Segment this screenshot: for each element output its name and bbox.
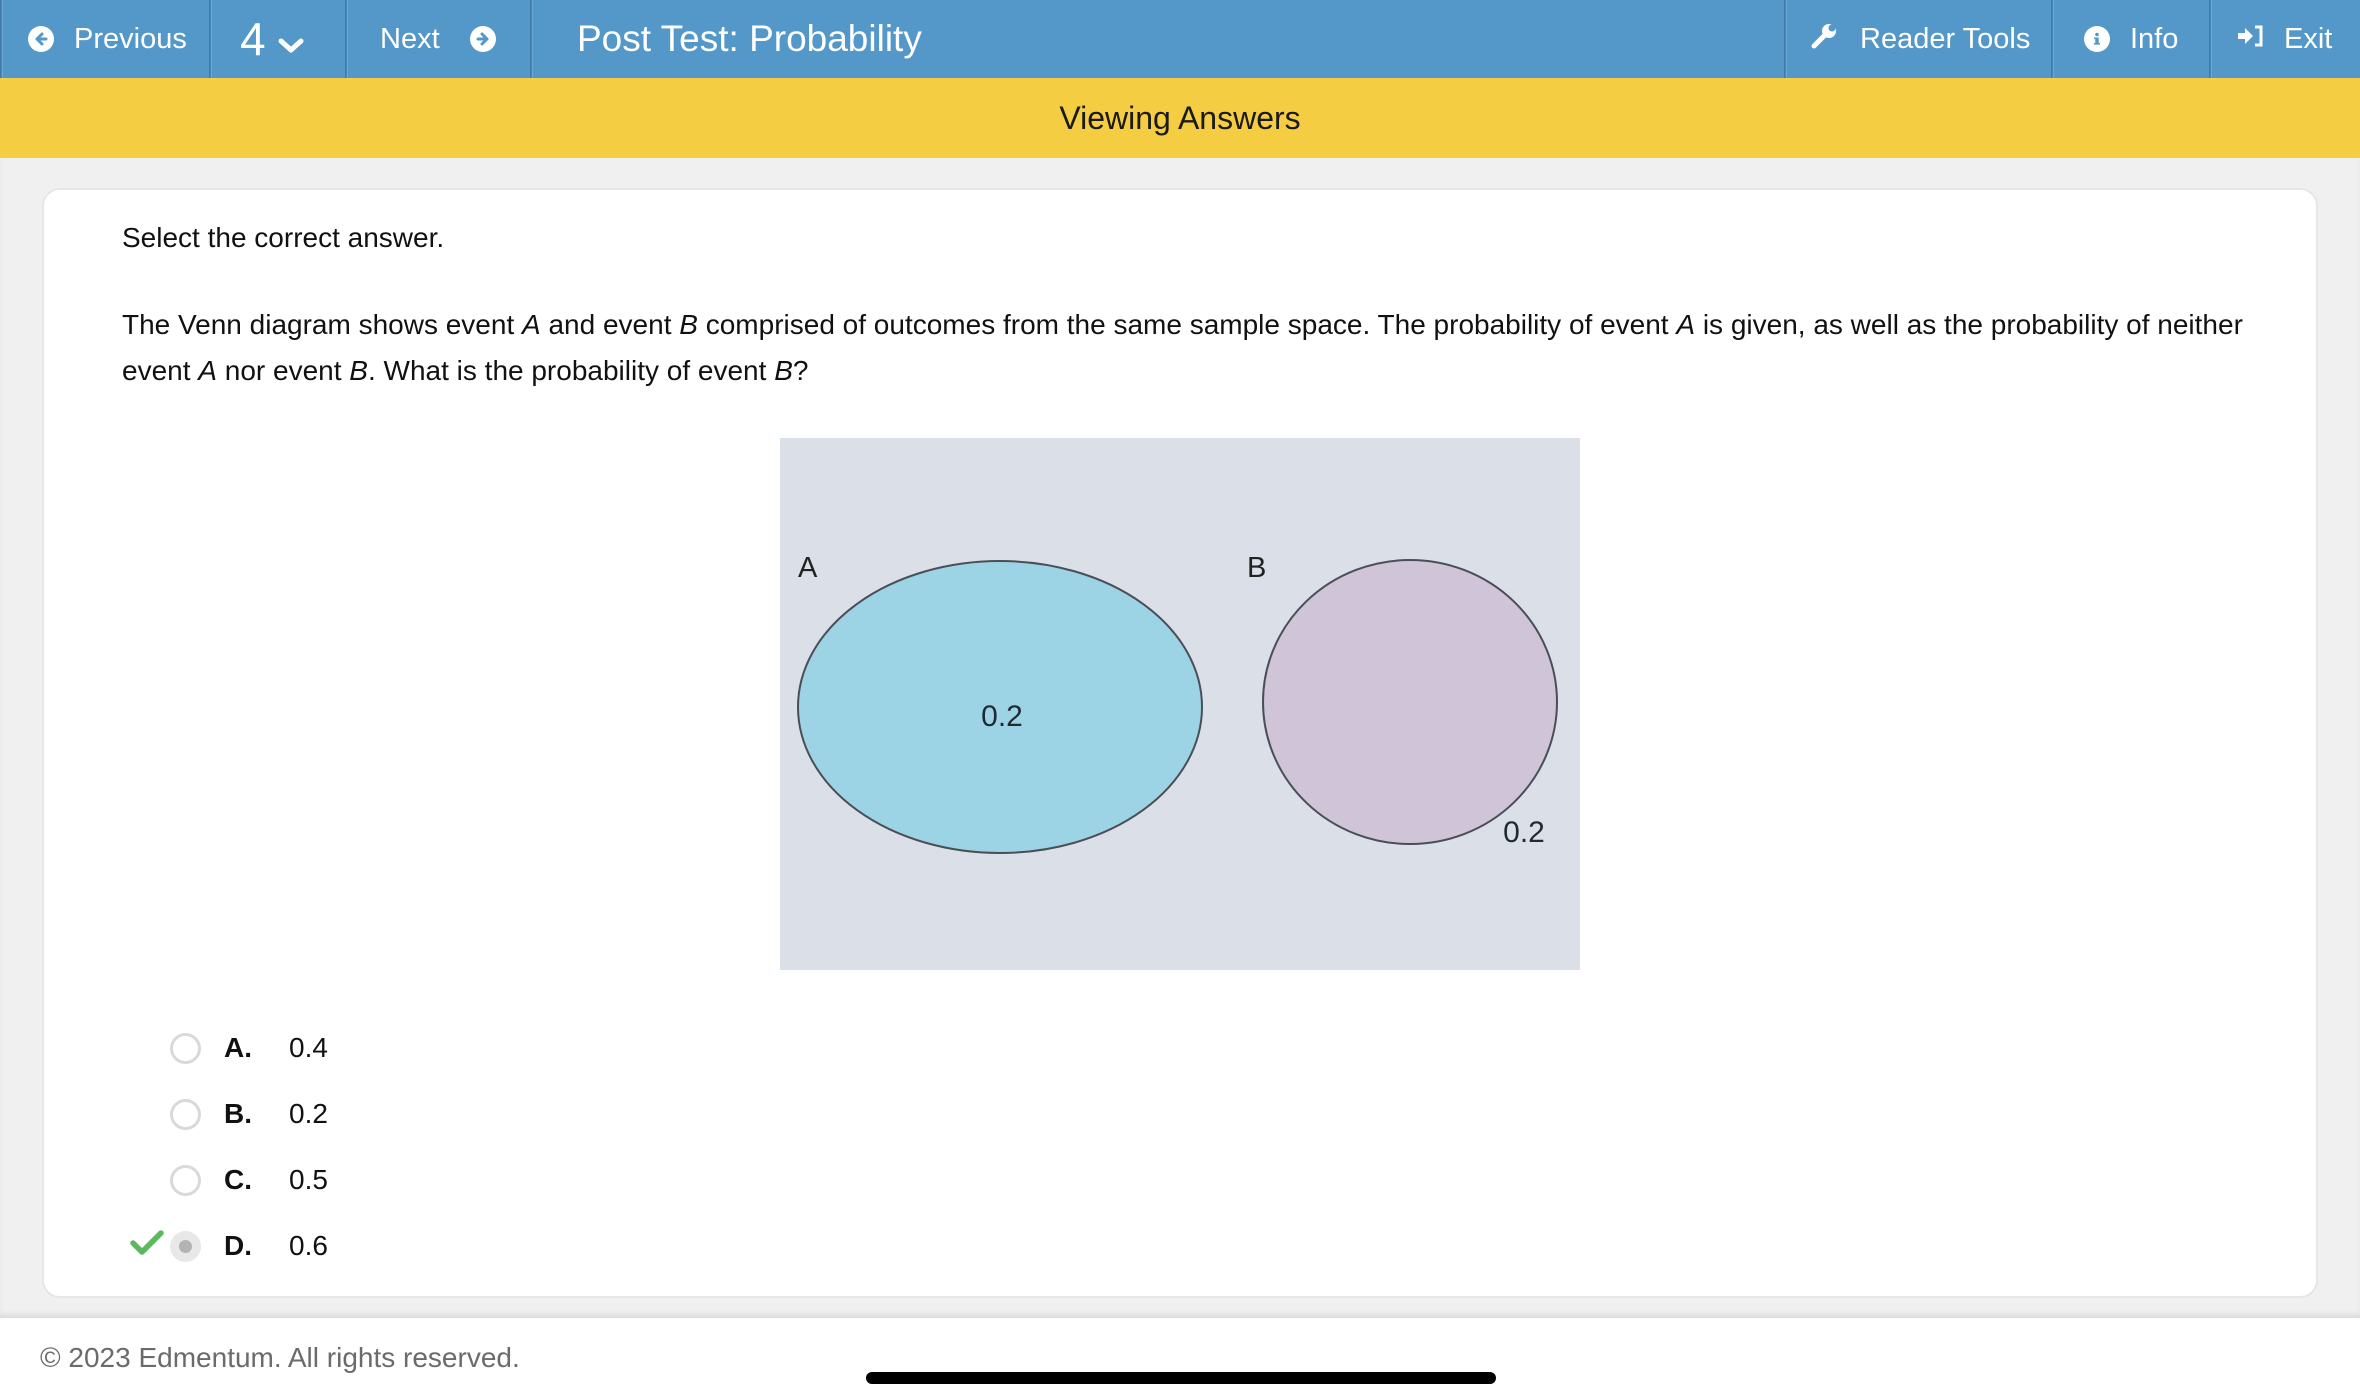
nav-divider xyxy=(530,0,533,78)
event-variable: B xyxy=(349,355,368,386)
question-text-segment: nor event xyxy=(216,355,350,386)
sign-out-icon xyxy=(2236,23,2264,56)
nav-divider xyxy=(0,0,3,78)
info-label: Info xyxy=(2130,22,2179,55)
question-text-segment: . What is the probability of event xyxy=(367,355,775,386)
nav-divider xyxy=(209,0,212,78)
question-number-dropdown[interactable]: 4 xyxy=(240,0,340,78)
question-text-segment: The Venn diagram shows event xyxy=(122,309,523,340)
set-a-value: 0.2 xyxy=(981,700,1023,733)
nav-divider xyxy=(1784,0,1787,78)
option-letter: C. xyxy=(224,1164,252,1195)
viewing-answers-banner: Viewing Answers xyxy=(0,78,2360,158)
question-number: 4 xyxy=(240,13,266,65)
venn-diagram-svg: A B 0.2 0.2 xyxy=(780,438,1580,970)
event-variable: A xyxy=(198,355,217,386)
chevron-down-icon xyxy=(278,30,304,63)
exit-label: Exit xyxy=(2284,22,2333,55)
event-variable: B xyxy=(679,309,698,340)
radio-button[interactable] xyxy=(170,1164,201,1196)
answer-option-b[interactable]: B. 0.2 xyxy=(170,1094,328,1134)
radio-button-selected[interactable] xyxy=(170,1230,201,1262)
next-label: Next xyxy=(380,22,440,55)
previous-label: Previous xyxy=(74,22,187,55)
set-b-label: B xyxy=(1247,552,1266,584)
radio-button[interactable] xyxy=(170,1098,201,1130)
reader-tools-button[interactable]: Reader Tools xyxy=(1810,0,2050,78)
answer-option-a[interactable]: A. 0.4 xyxy=(170,1028,328,1068)
question-text-segment: and event xyxy=(540,309,680,340)
outside-value: 0.2 xyxy=(1503,816,1545,849)
answer-option-c[interactable]: C. 0.5 xyxy=(170,1160,328,1200)
event-variable: A xyxy=(1676,309,1696,340)
instruction-text: Select the correct answer. xyxy=(122,222,445,253)
option-value: 0.4 xyxy=(289,1032,328,1063)
copyright-text: © 2023 Edmentum. All rights reserved. xyxy=(40,1342,520,1373)
question-text-segment: ? xyxy=(792,355,809,386)
radio-button[interactable] xyxy=(170,1032,201,1064)
nav-divider xyxy=(2051,0,2054,78)
option-letter: A. xyxy=(224,1032,252,1063)
option-value: 0.6 xyxy=(289,1230,328,1261)
set-a-label: A xyxy=(798,552,818,584)
set-b-ellipse xyxy=(1262,559,1558,845)
reader-tools-label: Reader Tools xyxy=(1860,22,2031,55)
checkmark-icon xyxy=(130,1228,164,1258)
arrow-circle-right-icon xyxy=(469,26,496,52)
wrench-icon xyxy=(1810,20,1840,58)
question-text: The Venn diagram shows event A and event… xyxy=(122,302,2252,394)
option-letter: B. xyxy=(224,1098,252,1129)
question-text-segment: comprised of outcomes from the same samp… xyxy=(697,309,1677,340)
nav-divider xyxy=(2209,0,2212,78)
exit-button[interactable]: Exit xyxy=(2236,0,2356,78)
nav-divider xyxy=(345,0,348,78)
previous-button[interactable]: Previous xyxy=(28,0,206,78)
answer-option-d[interactable]: D. 0.6 xyxy=(170,1226,328,1266)
home-indicator xyxy=(866,1372,1496,1384)
option-value: 0.5 xyxy=(289,1164,328,1195)
radio-dot xyxy=(179,1239,192,1253)
info-circle-icon xyxy=(2084,26,2110,52)
info-button[interactable]: Info xyxy=(2084,0,2204,78)
venn-diagram: A B 0.2 0.2 xyxy=(780,438,1580,970)
top-nav: Previous 4 Next Post Test: Probability R… xyxy=(0,0,2360,78)
banner-text: Viewing Answers xyxy=(1059,99,1301,136)
next-button[interactable]: Next xyxy=(380,0,530,78)
option-value: 0.2 xyxy=(289,1098,328,1129)
arrow-circle-left-icon xyxy=(28,26,54,52)
event-variable: B xyxy=(774,355,793,386)
option-letter: D. xyxy=(224,1230,252,1261)
event-variable: A xyxy=(522,309,541,340)
page-title: Post Test: Probability xyxy=(577,18,922,59)
